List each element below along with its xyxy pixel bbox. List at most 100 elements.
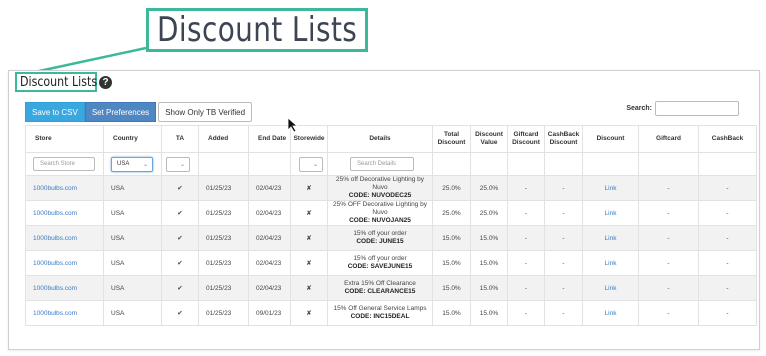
total-discount-cell: 15.0% <box>432 275 471 301</box>
storewide-select[interactable]: ⌄ <box>299 156 323 172</box>
discount-link[interactable]: Link <box>605 185 617 192</box>
col-discount[interactable]: Discount <box>582 125 639 153</box>
storewide-x-icon: ✘ <box>290 175 328 201</box>
country-cell: USA <box>103 175 162 201</box>
toolbar: Save to CSV Set Preferences Show Only TB… <box>25 102 253 122</box>
store-cell: 1000bulbs.com <box>25 300 104 326</box>
end-date-cell: 02/04/23 <box>248 200 291 226</box>
header-row: Store Country TA Added End Date Storewid… <box>25 125 757 153</box>
discount-cell: Link <box>582 250 639 276</box>
col-store[interactable]: Store <box>25 125 104 153</box>
end-date-cell: 02/04/23 <box>248 175 291 201</box>
giftcard-cell: - <box>638 250 699 276</box>
total-discount-cell: 15.0% <box>432 225 471 251</box>
details-cell: 15% off your order CODE: SAVEJUNE15 <box>327 250 433 276</box>
discount-value-cell: 15.0% <box>470 225 508 251</box>
col-end-date[interactable]: End Date <box>248 125 291 153</box>
col-giftcard[interactable]: Giftcard <box>638 125 699 153</box>
discount-link[interactable]: Link <box>605 310 617 317</box>
discount-value-cell: 15.0% <box>470 300 508 326</box>
col-total-discount[interactable]: Total Discount <box>432 125 471 153</box>
giftcard-discount-cell: - <box>507 225 545 251</box>
ta-check-icon: ✔ <box>161 275 199 301</box>
table-row: 1000bulbs.com USA ✔ 01/25/23 02/04/23 ✘ 25% of… <box>25 175 757 201</box>
store-link[interactable]: 1000bulbs.com <box>33 285 77 292</box>
details-text: 15% Off General Service Lamps <box>333 305 427 312</box>
store-cell: 1000bulbs.com <box>25 275 104 301</box>
storewide-x-icon: ✘ <box>290 300 328 326</box>
country-select-value: USA <box>117 161 130 167</box>
details-text: Extra 15% Off Clearance <box>344 280 416 287</box>
col-discount-value[interactable]: Discount Value <box>470 125 508 153</box>
ta-check-icon: ✔ <box>161 300 199 326</box>
discount-value-cell: 15.0% <box>470 275 508 301</box>
table-row: 1000bulbs.com USA ✔ 01/25/23 02/04/23 ✘ Extra … <box>25 275 757 301</box>
col-details[interactable]: Details <box>327 125 433 153</box>
store-link[interactable]: 1000bulbs.com <box>33 235 77 242</box>
table-row: 1000bulbs.com USA ✔ 01/25/23 09/01/23 ✘ 15% Of… <box>25 300 757 326</box>
discount-link[interactable]: Link <box>605 285 617 292</box>
set-preferences-button[interactable]: Set Preferences <box>84 102 157 122</box>
page-title: Discount Lists <box>20 74 98 90</box>
table-row: 1000bulbs.com USA ✔ 01/25/23 02/04/23 ✘ 15% of… <box>25 250 757 276</box>
giftcard-discount-cell: - <box>507 175 545 201</box>
col-cashback[interactable]: CashBack <box>698 125 757 153</box>
chevron-down-icon: ⌄ <box>179 161 185 168</box>
col-cashback-discount[interactable]: CashBack Discount <box>544 125 583 153</box>
giftcard-cell: - <box>638 275 699 301</box>
giftcard-discount-cell: - <box>507 300 545 326</box>
store-link[interactable]: 1000bulbs.com <box>33 185 77 192</box>
store-link[interactable]: 1000bulbs.com <box>33 310 77 317</box>
giftcard-discount-cell: - <box>507 250 545 276</box>
details-text: 15% off your order <box>353 230 407 237</box>
cashback-cell: - <box>698 225 757 251</box>
cashback-cell: - <box>698 175 757 201</box>
col-ta[interactable]: TA <box>161 125 199 153</box>
question-circle-icon[interactable]: ? <box>99 75 112 89</box>
store-search-input[interactable]: Search Store <box>33 157 95 171</box>
search-input[interactable] <box>655 101 739 116</box>
discount-cell: Link <box>582 175 639 201</box>
giftcard-discount-cell: - <box>507 200 545 226</box>
store-link[interactable]: 1000bulbs.com <box>33 210 77 217</box>
cashback-discount-cell: - <box>544 225 583 251</box>
giftcard-cell: - <box>638 300 699 326</box>
save-to-csv-button[interactable]: Save to CSV <box>25 102 85 122</box>
details-cell: 25% off Decorative Lighting by Nuvo CODE:… <box>327 175 433 201</box>
chevron-down-icon: ⌄ <box>142 161 148 168</box>
mouse-cursor-icon <box>287 117 299 133</box>
country-cell: USA <box>103 300 162 326</box>
discount-value-cell: 25.0% <box>470 200 508 226</box>
promo-code: CODE: NUVOJAN25 <box>349 217 411 224</box>
show-only-verified-toggle[interactable]: Show Only TB Verified <box>158 102 253 122</box>
promo-code: CODE: NUVODEC25 <box>348 192 412 199</box>
details-search-input[interactable]: Search Details <box>350 157 414 171</box>
discount-value-cell: 15.0% <box>470 250 508 276</box>
added-cell: 01/25/23 <box>198 300 249 326</box>
cashback-discount-cell: - <box>544 250 583 276</box>
discount-link[interactable]: Link <box>605 235 617 242</box>
col-giftcard-discount[interactable]: Giftcard Discount <box>507 125 545 153</box>
discount-cell: Link <box>582 225 639 251</box>
ta-select[interactable]: ⌄ <box>166 156 190 172</box>
cashback-discount-cell: - <box>544 200 583 226</box>
store-link[interactable]: 1000bulbs.com <box>33 260 77 267</box>
details-cell: 25% OFF Decorative Lighting by Nuvo CODE:… <box>327 200 433 226</box>
callout-title: Discount Lists <box>156 10 358 50</box>
col-added[interactable]: Added <box>198 125 249 153</box>
giftcard-discount-cell: - <box>507 275 545 301</box>
store-cell: 1000bulbs.com <box>25 200 104 226</box>
table-row: 1000bulbs.com USA ✔ 01/25/23 02/04/23 ✘ 25% OF… <box>25 200 757 226</box>
table-row: 1000bulbs.com USA ✔ 01/25/23 02/04/23 ✘ 15% of… <box>25 225 757 251</box>
country-cell: USA <box>103 250 162 276</box>
total-discount-cell: 25.0% <box>432 200 471 226</box>
added-cell: 01/25/23 <box>198 250 249 276</box>
end-date-cell: 02/04/23 <box>248 275 291 301</box>
discount-link[interactable]: Link <box>605 210 617 217</box>
end-date-cell: 02/04/23 <box>248 225 291 251</box>
country-select[interactable]: USA ⌄ <box>111 156 153 172</box>
discount-value-cell: 25.0% <box>470 175 508 201</box>
discount-link[interactable]: Link <box>605 260 617 267</box>
col-country[interactable]: Country <box>103 125 162 153</box>
details-cell: Extra 15% Off Clearance CODE: CLEARANCE15 <box>327 275 433 301</box>
